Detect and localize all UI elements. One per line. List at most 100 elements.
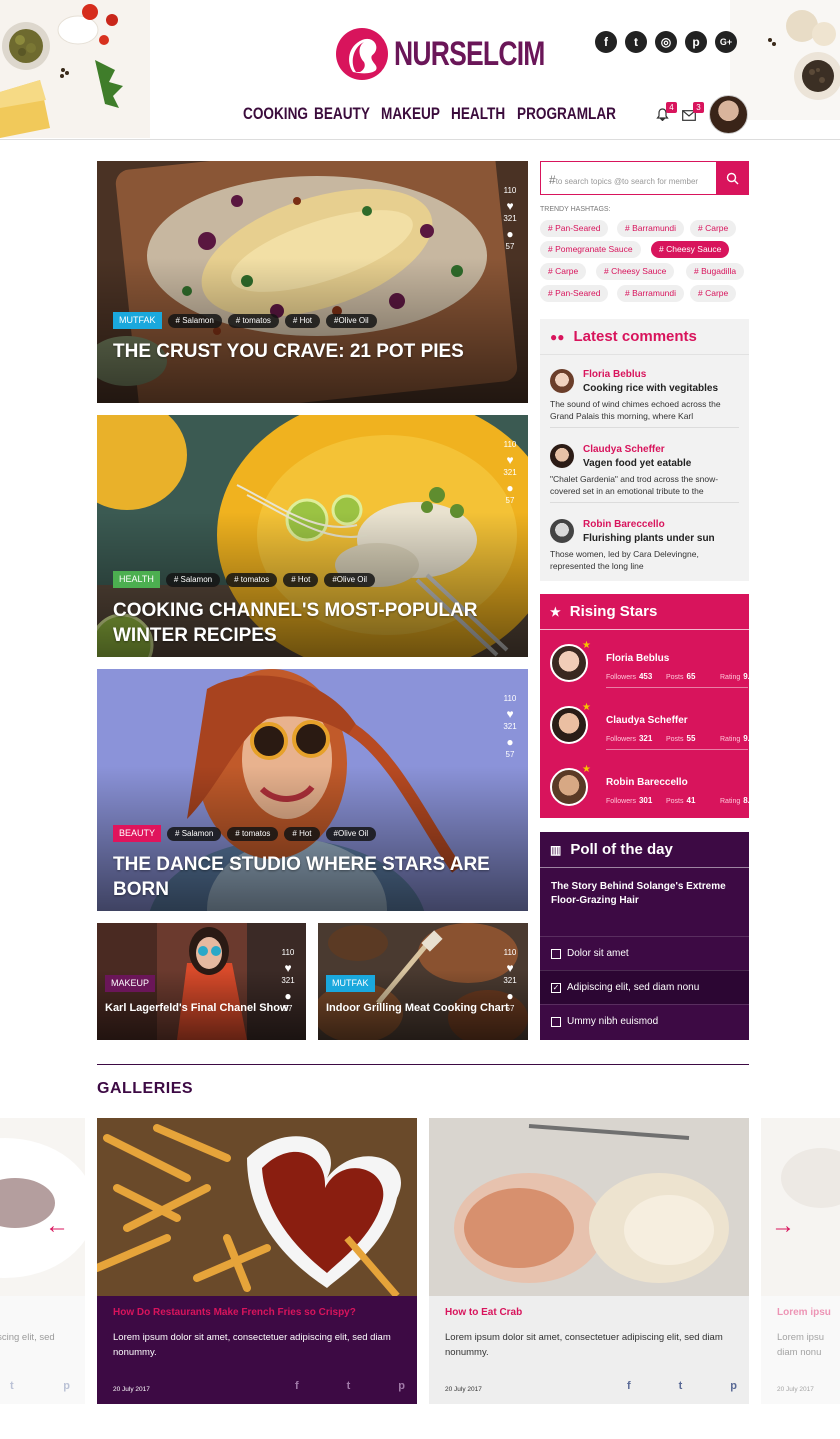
- poll-option[interactable]: Ummy nibh euismod: [540, 1004, 749, 1038]
- twitter-icon[interactable]: t: [679, 1380, 683, 1392]
- comment-author[interactable]: Robin Bareccello: [583, 519, 665, 530]
- trendy-hashtag[interactable]: # Carpe: [690, 220, 737, 237]
- comment-icon[interactable]: ●: [501, 227, 519, 241]
- article-title[interactable]: Karl Lagerfeld's Final Chanel Show: [105, 1001, 296, 1016]
- checkbox-icon[interactable]: [551, 948, 561, 959]
- hashtag[interactable]: # Hot: [284, 826, 320, 841]
- hashtag[interactable]: #Olive Oil: [325, 826, 377, 841]
- nav-programlar[interactable]: PROGRAMLAR: [517, 104, 616, 124]
- twitter-icon[interactable]: t: [10, 1380, 14, 1392]
- nav-cooking[interactable]: COOKING: [243, 104, 308, 124]
- search-button[interactable]: [716, 162, 748, 194]
- article-title[interactable]: Indoor Grilling Meat Cooking Chart: [326, 1001, 518, 1016]
- pinterest-icon[interactable]: p: [730, 1380, 737, 1392]
- heart-icon[interactable]: ♥: [501, 961, 519, 975]
- heart-icon[interactable]: ♥: [501, 707, 519, 721]
- hashtag[interactable]: # tomatos: [227, 313, 279, 328]
- heart-icon[interactable]: ♥: [279, 961, 297, 975]
- poll-option-selected[interactable]: ✓ Adipiscing elit, sed diam nonu: [540, 970, 749, 1004]
- category-badge[interactable]: MAKEUP: [105, 975, 156, 992]
- hashtag[interactable]: # Hot: [283, 572, 319, 587]
- nav-beauty[interactable]: BEAUTY: [314, 104, 370, 124]
- comment-icon[interactable]: ●: [501, 481, 519, 495]
- comment-title[interactable]: Flurishing plants under sun: [583, 533, 715, 544]
- instagram-icon[interactable]: ◎: [655, 31, 677, 53]
- gallery-card-prev[interactable]: iscing elit, sed tp: [0, 1118, 85, 1404]
- nav-makeup[interactable]: MAKEUP: [381, 104, 440, 124]
- article-title[interactable]: COOKING CHANNEL'S MOST-POPULAR WINTER RE…: [113, 598, 508, 648]
- hashtag[interactable]: #Olive Oil: [326, 313, 377, 328]
- gallery-card[interactable]: How Do Restaurants Make French Fries so …: [97, 1118, 417, 1404]
- heart-icon[interactable]: ♥: [501, 199, 519, 213]
- trendy-hashtag[interactable]: # Pan-Seared: [540, 220, 609, 237]
- hashtag[interactable]: # Salamon: [165, 572, 221, 587]
- gallery-title[interactable]: How Do Restaurants Make French Fries so …: [113, 1307, 356, 1318]
- article-card[interactable]: 110 ♥ 321 ● 57 MUTFAK # Salamon # tomato…: [97, 161, 528, 403]
- trendy-hashtag[interactable]: # Pomegranate Sauce: [540, 241, 641, 258]
- google-plus-icon[interactable]: G+: [715, 31, 737, 53]
- search-input[interactable]: #to search topics @to search for member: [541, 162, 716, 194]
- hashtag[interactable]: # Hot: [284, 313, 321, 328]
- views-count: 110: [503, 186, 517, 195]
- article-card[interactable]: 110 ♥ 321 ● 57 MAKEUP Karl Lagerfeld's F…: [97, 923, 306, 1040]
- trendy-hashtag[interactable]: # Barramundi: [617, 285, 685, 302]
- facebook-icon[interactable]: f: [595, 31, 617, 53]
- trendy-hashtag[interactable]: # Pan-Seared: [540, 285, 609, 302]
- hashtag[interactable]: # tomatos: [226, 572, 278, 587]
- gallery-title[interactable]: How to Eat Crab: [445, 1307, 522, 1318]
- pinterest-icon[interactable]: p: [685, 31, 707, 53]
- user-avatar[interactable]: [709, 95, 748, 134]
- comment-icon[interactable]: ●: [501, 735, 519, 749]
- pinterest-icon[interactable]: p: [63, 1380, 70, 1392]
- category-badge[interactable]: HEALTH: [113, 571, 160, 588]
- comment-title[interactable]: Vagen food yet eatable: [583, 458, 691, 469]
- comment-author[interactable]: Claudya Scheffer: [583, 444, 665, 455]
- trendy-hashtag[interactable]: # Barramundi: [617, 220, 685, 237]
- site-logo[interactable]: NURSELCIM: [336, 28, 587, 80]
- gallery-next-arrow-icon[interactable]: →: [771, 1212, 795, 1240]
- article-title[interactable]: THE CRUST YOU CRAVE: 21 POT PIES: [113, 339, 508, 364]
- facebook-icon[interactable]: f: [627, 1380, 631, 1392]
- heart-icon[interactable]: ♥: [501, 453, 519, 467]
- pinterest-icon[interactable]: p: [398, 1380, 405, 1392]
- hashtag[interactable]: # Salamon: [167, 826, 222, 841]
- rising-star-item[interactable]: ★ Claudya Scheffer Followers 321 Posts 55 …: [550, 700, 754, 750]
- twitter-icon[interactable]: t: [625, 31, 647, 53]
- hash-prefix: #: [549, 173, 556, 187]
- hashtag[interactable]: # Salamon: [167, 313, 222, 328]
- article-title[interactable]: THE DANCE STUDIO WHERE STARS ARE BORN: [113, 852, 508, 902]
- checkbox-checked-icon[interactable]: ✓: [551, 982, 561, 993]
- article-card[interactable]: 110 ♥ 321 ● 57 MUTFAK Indoor Grilling Me…: [318, 923, 528, 1040]
- category-badge[interactable]: MUTFAK: [113, 312, 162, 329]
- gallery-prev-arrow-icon[interactable]: ←: [45, 1212, 69, 1240]
- hashtag[interactable]: # tomatos: [227, 826, 279, 841]
- star-name[interactable]: Floria Beblus: [606, 653, 669, 664]
- category-badge[interactable]: MUTFAK: [326, 975, 375, 992]
- facebook-icon[interactable]: f: [295, 1380, 299, 1392]
- notifications-button[interactable]: 4: [656, 102, 677, 126]
- poll-option[interactable]: Dolor sit amet: [540, 936, 749, 970]
- rising-star-item[interactable]: ★ Robin Bareccello Followers 301 Posts 41 …: [550, 762, 754, 812]
- gallery-title[interactable]: Lorem ipsu: [777, 1307, 831, 1318]
- category-badge[interactable]: BEAUTY: [113, 825, 162, 842]
- article-card[interactable]: 110 ♥ 321 ● 57 HEALTH # Salamon # tomato…: [97, 415, 528, 657]
- gallery-card[interactable]: How to Eat Crab Lorem ipsum dolor sit am…: [429, 1118, 749, 1404]
- views-count: 110: [503, 440, 517, 449]
- star-name[interactable]: Robin Bareccello: [606, 777, 688, 788]
- comment-title[interactable]: Cooking rice with vegitables: [583, 383, 718, 394]
- trendy-hashtag-active[interactable]: # Cheesy Sauce: [651, 241, 730, 258]
- checkbox-icon[interactable]: [551, 1016, 561, 1027]
- rising-star-item[interactable]: ★ Floria Beblus Followers 453 Posts 65 Rat…: [550, 638, 754, 688]
- trendy-hashtag[interactable]: # Cheesy Sauce: [596, 263, 675, 280]
- trendy-hashtag[interactable]: # Carpe: [540, 263, 587, 280]
- trendy-hashtag[interactable]: # Carpe: [690, 285, 737, 302]
- trendy-hashtag[interactable]: # Bugadilla: [686, 263, 745, 280]
- comment-author[interactable]: Floria Beblus: [583, 369, 646, 380]
- gallery-card-next[interactable]: Lorem ipsu Lorem ipsu diam nonu 20 July …: [761, 1118, 840, 1404]
- star-name[interactable]: Claudya Scheffer: [606, 715, 688, 726]
- nav-health[interactable]: HEALTH: [451, 104, 505, 124]
- twitter-icon[interactable]: t: [347, 1380, 351, 1392]
- article-card[interactable]: 110 ♥ 321 ● 57 BEAUTY # Salamon # tomato…: [97, 669, 528, 911]
- hashtag[interactable]: #Olive Oil: [324, 572, 376, 587]
- messages-button[interactable]: 3: [682, 102, 704, 126]
